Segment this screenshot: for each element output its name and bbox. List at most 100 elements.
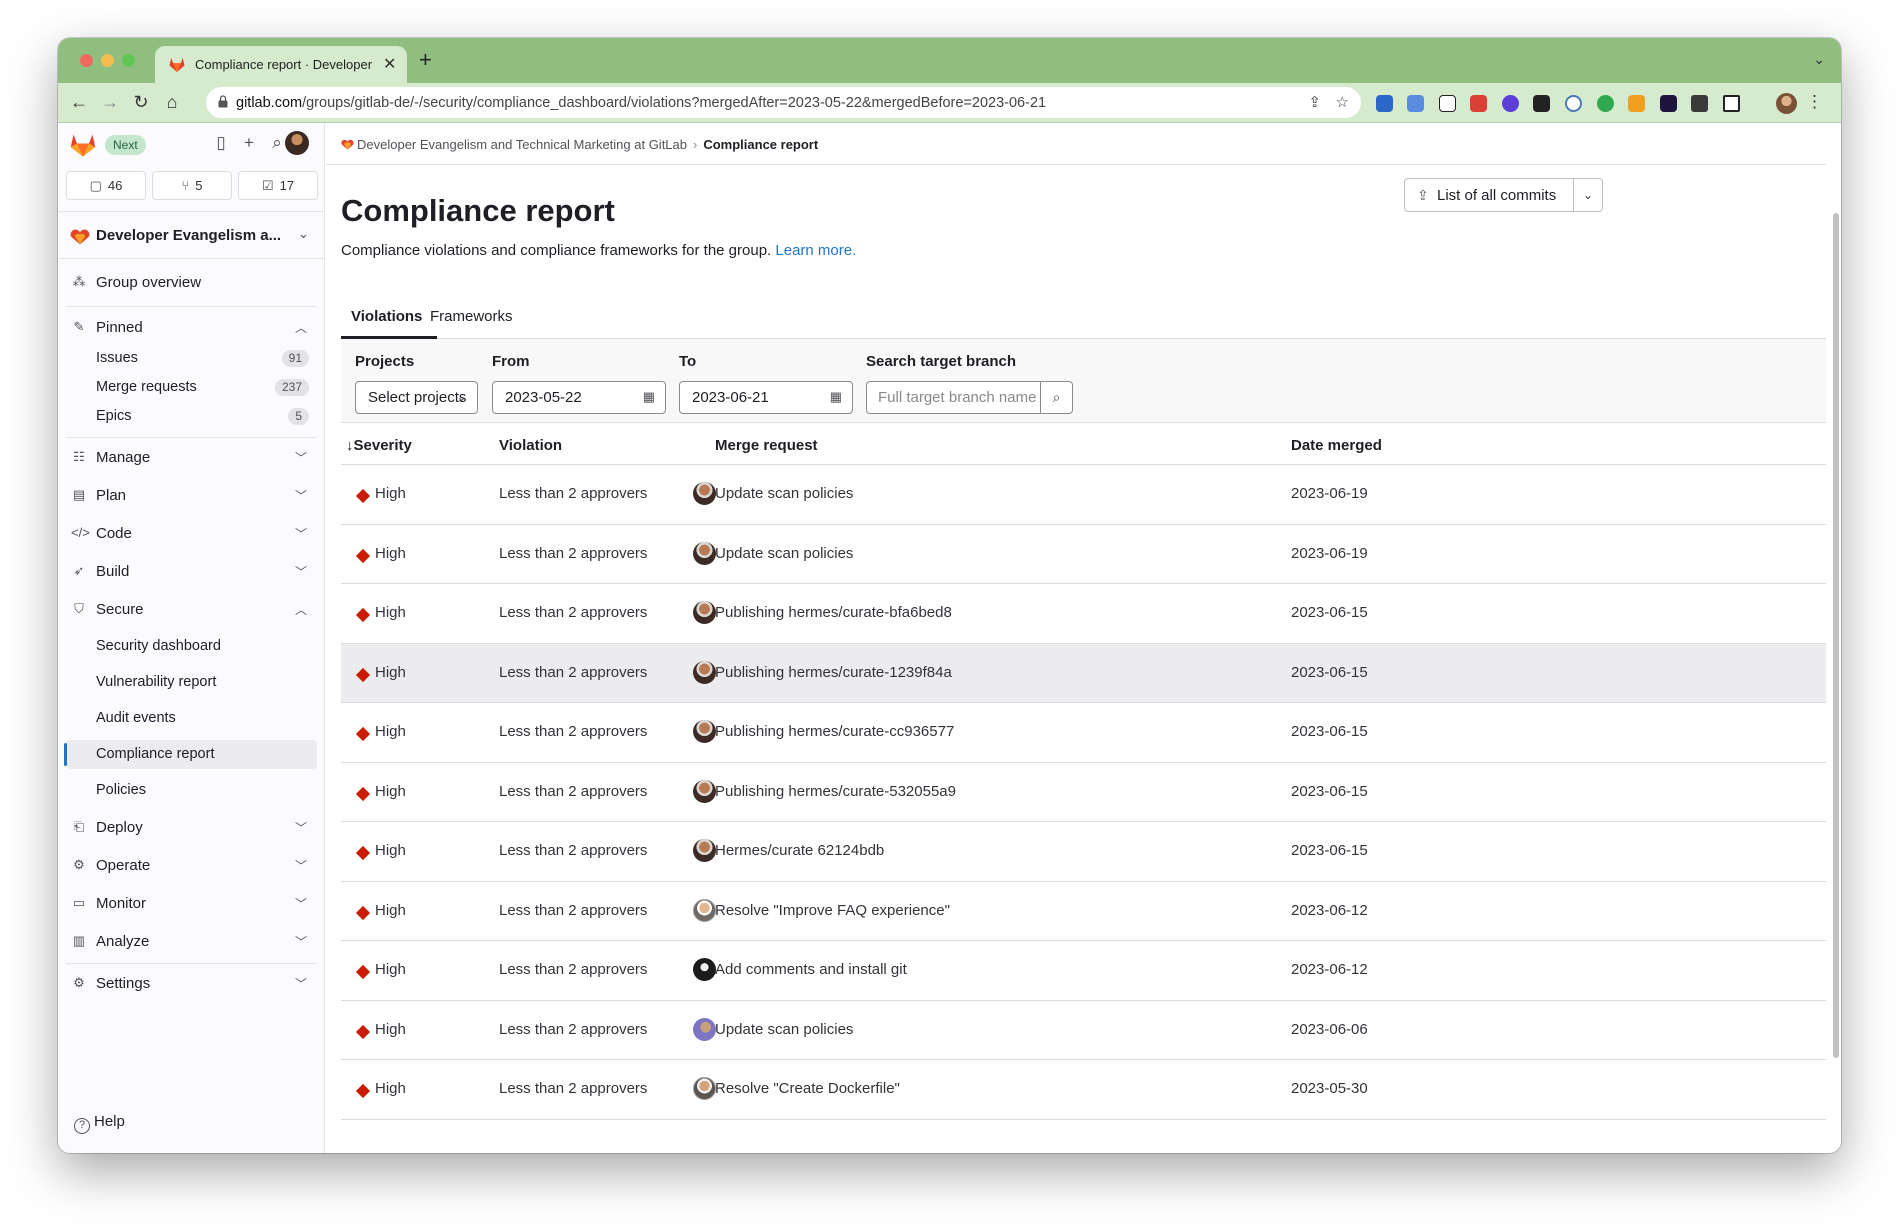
extension-buffer-icon[interactable] — [1533, 95, 1550, 112]
close-tab-icon[interactable]: ✕ — [383, 54, 396, 74]
severity-column-header[interactable]: ↓Severity — [346, 437, 412, 454]
vertical-scrollbar[interactable] — [1833, 213, 1839, 1058]
extension-bitwarden-icon[interactable] — [1376, 95, 1393, 112]
close-window-button[interactable] — [80, 54, 93, 67]
help-button[interactable]: ? Help — [74, 1113, 125, 1134]
merge-request-link[interactable]: Update scan policies — [715, 1021, 853, 1038]
sidebar-section-analyze[interactable]: ▥ Analyze ﹀ — [66, 927, 317, 956]
collapse-sidebar-icon[interactable]: ▯ — [210, 133, 232, 153]
bookmark-star-icon[interactable]: ☆ — [1336, 93, 1349, 111]
breadcrumb-group-link[interactable]: Developer Evangelism and Technical Marke… — [357, 137, 687, 152]
maximize-window-button[interactable] — [122, 54, 135, 67]
table-row[interactable]: High Less than 2 approvers Publishing he… — [341, 584, 1826, 644]
violation-column-header[interactable]: Violation — [499, 437, 562, 454]
sidebar-section-manage[interactable]: ☷ Manage ﹀ — [66, 443, 317, 472]
issues-counter[interactable]: ▢ 46 — [66, 171, 146, 200]
sidebar-section-secure[interactable]: ⛉ Secure ︿ — [66, 595, 317, 624]
merge-request-link[interactable]: Resolve "Improve FAQ experience" — [715, 902, 950, 919]
address-bar[interactable]: gitlab.com/groups/gitlab-de/-/security/c… — [206, 87, 1361, 118]
tab-search-chevron-icon[interactable]: ⌄ — [1813, 51, 1825, 68]
table-row[interactable]: High Less than 2 approvers Update scan p… — [341, 1001, 1826, 1060]
sidebar-item-group-overview[interactable]: ⁂ Group overview — [66, 268, 317, 297]
sidebar-item-audit-events[interactable]: Audit events — [66, 704, 317, 733]
gitlab-logo-icon[interactable] — [70, 133, 96, 157]
merge-request-link[interactable]: Hermes/curate 62124bdb — [715, 842, 884, 859]
extension-dollar-icon[interactable] — [1597, 95, 1614, 112]
author-avatar[interactable] — [693, 601, 716, 624]
extension-todoist-icon[interactable] — [1470, 95, 1487, 112]
extension-translate-icon[interactable] — [1407, 95, 1424, 112]
sidebar-item-policies[interactable]: Policies — [66, 776, 317, 805]
author-avatar[interactable] — [693, 482, 716, 505]
search-branch-button[interactable]: ⌕ — [1040, 381, 1073, 414]
sidebar-section-build[interactable]: ➶ Build ﹀ — [66, 557, 317, 586]
extension-privacy-icon[interactable] — [1502, 95, 1519, 112]
table-row[interactable]: High Less than 2 approvers Resolve "Crea… — [341, 1060, 1826, 1120]
sidebar-item-issues[interactable]: Issues 91 — [66, 344, 317, 373]
sidebar-item-security-dashboard[interactable]: Security dashboard — [66, 632, 317, 661]
back-icon[interactable]: ← — [68, 91, 90, 113]
table-row[interactable]: High Less than 2 approvers Add comments … — [341, 941, 1826, 1001]
to-date-picker[interactable]: 2023-06-21 ▦ — [679, 381, 853, 414]
extension-grammar-icon[interactable] — [1565, 95, 1582, 112]
merge-request-link[interactable]: Publishing hermes/curate-1239f84a — [715, 664, 952, 681]
merge-request-link[interactable]: Publishing hermes/curate-532055a9 — [715, 783, 956, 800]
merge-request-link[interactable]: Publishing hermes/curate-bfa6bed8 — [715, 604, 952, 621]
merge-request-column-header[interactable]: Merge request — [715, 437, 818, 454]
author-avatar[interactable] — [693, 660, 716, 684]
sidebar-section-settings[interactable]: ⚙ Settings ﹀ — [66, 969, 317, 998]
table-row[interactable]: High Less than 2 approvers Update scan p… — [341, 525, 1826, 584]
list-of-all-commits-button[interactable]: ⇪ List of all commits — [1404, 178, 1574, 212]
merge-request-link[interactable]: Add comments and install git — [715, 961, 907, 978]
new-tab-icon[interactable]: + — [419, 47, 432, 73]
sidebar-section-pinned[interactable]: ✎ Pinned ︿ — [66, 313, 317, 342]
create-new-icon[interactable]: + — [238, 133, 260, 153]
author-avatar[interactable] — [693, 839, 716, 862]
sidebar-item-vulnerability-report[interactable]: Vulnerability report — [66, 668, 317, 697]
extension-plugin-icon[interactable] — [1628, 95, 1645, 112]
home-icon[interactable]: ⌂ — [161, 91, 183, 113]
merge-request-link[interactable]: Update scan policies — [715, 545, 853, 562]
merge-request-link[interactable]: Publishing hermes/curate-cc936577 — [715, 723, 954, 740]
author-avatar[interactable] — [693, 1017, 716, 1041]
calendar-icon[interactable]: ▦ — [830, 389, 842, 405]
share-icon[interactable]: ⇪ — [1308, 93, 1321, 111]
todos-counter[interactable]: ☑ 17 — [238, 171, 318, 200]
merge-request-link[interactable]: Update scan policies — [715, 485, 853, 502]
author-avatar[interactable] — [693, 958, 716, 981]
target-branch-search-input[interactable] — [866, 381, 1063, 414]
user-avatar[interactable] — [285, 131, 309, 155]
extension-notion-icon[interactable] — [1439, 95, 1456, 112]
table-row[interactable]: High Less than 2 approvers Publishing he… — [341, 763, 1826, 822]
side-panel-icon[interactable] — [1723, 95, 1740, 112]
tab-frameworks[interactable]: Frameworks — [430, 308, 513, 325]
next-badge[interactable]: Next — [105, 135, 146, 155]
calendar-icon[interactable]: ▦ — [643, 389, 655, 405]
tab-violations[interactable]: Violations — [351, 308, 422, 325]
minimize-window-button[interactable] — [101, 54, 114, 67]
sidebar-section-monitor[interactable]: ▭ Monitor ﹀ — [66, 889, 317, 918]
sidebar-section-plan[interactable]: ▤ Plan ﹀ — [66, 481, 317, 510]
commits-dropdown-toggle[interactable]: ⌄ — [1573, 178, 1603, 212]
table-row[interactable]: High Less than 2 approvers Update scan p… — [341, 465, 1826, 525]
table-row[interactable]: High Less than 2 approvers Resolve "Impr… — [341, 882, 1826, 941]
context-switcher[interactable]: Developer Evangelism a... ⌄ — [58, 211, 325, 259]
reload-icon[interactable]: ↻ — [130, 91, 152, 113]
author-avatar[interactable] — [693, 720, 716, 743]
browser-profile-avatar[interactable] — [1776, 93, 1797, 114]
browser-menu-icon[interactable]: ⋮ — [1806, 92, 1823, 112]
sidebar-section-deploy[interactable]: ⎗ Deploy ﹀ — [66, 813, 317, 842]
merge-request-link[interactable]: Resolve "Create Dockerfile" — [715, 1080, 900, 1097]
author-avatar[interactable] — [693, 779, 716, 803]
table-row[interactable]: High Less than 2 approvers Publishing he… — [341, 703, 1826, 763]
from-date-picker[interactable]: 2023-05-22 ▦ — [492, 381, 666, 414]
projects-dropdown[interactable]: Select projects ⌄ — [355, 381, 478, 414]
date-merged-column-header[interactable]: Date merged — [1291, 437, 1382, 454]
extensions-puzzle-icon[interactable] — [1691, 95, 1708, 112]
sidebar-item-merge-requests[interactable]: Merge requests 237 — [66, 373, 317, 402]
learn-more-link[interactable]: Learn more. — [775, 242, 856, 259]
author-avatar[interactable] — [693, 541, 716, 565]
sidebar-section-code[interactable]: </> Code ﹀ — [66, 519, 317, 548]
browser-tab[interactable]: Compliance report · Developer ✕ — [155, 46, 407, 83]
forward-icon[interactable]: → — [99, 91, 121, 113]
